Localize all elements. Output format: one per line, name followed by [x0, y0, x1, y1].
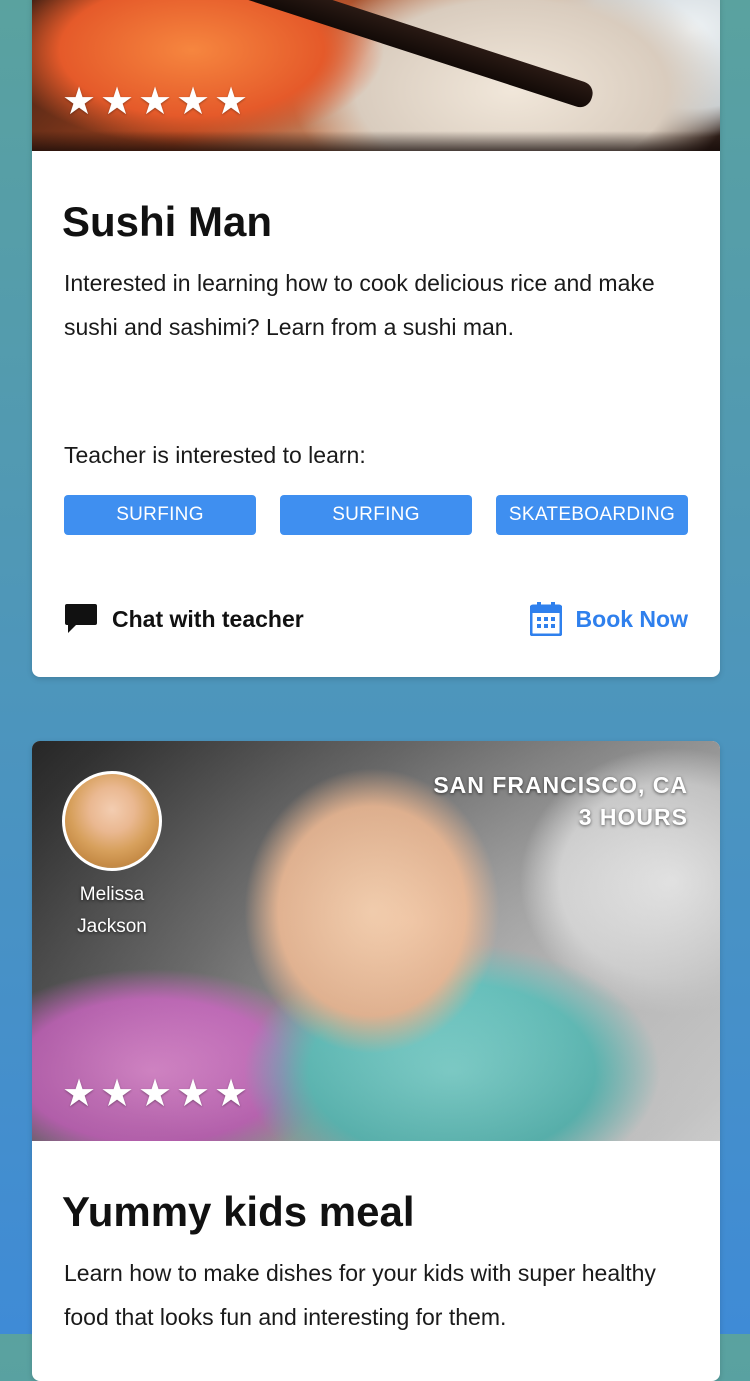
- interest-tag-surfing[interactable]: SURFING: [64, 495, 256, 535]
- interest-tag-surfing[interactable]: SURFING: [280, 495, 472, 535]
- teacher-info[interactable]: Melissa Jackson: [62, 771, 162, 943]
- chat-bubble-icon: [64, 603, 98, 635]
- star-icon: ★: [100, 81, 135, 123]
- star-icon: ★: [138, 81, 173, 123]
- class-title: Yummy kids meal: [62, 1188, 415, 1235]
- calendar-icon: [529, 602, 562, 636]
- star-icon: ★: [62, 81, 97, 123]
- chat-label: Chat with teacher: [112, 605, 304, 632]
- star-icon: ★: [176, 1073, 211, 1115]
- card-actions: Chat with teacher Book Now: [64, 602, 688, 636]
- interest-tags: SURFING SURFING SKATEBOARDING: [64, 495, 688, 535]
- book-now-label: Book Now: [575, 605, 688, 632]
- book-now-button[interactable]: Book Now: [529, 602, 688, 636]
- rating-stars: ★ ★ ★ ★ ★: [62, 81, 249, 123]
- location-label: SAN FRANCISCO, CA: [433, 772, 688, 798]
- teacher-name: Melissa Jackson: [62, 879, 162, 943]
- sushi-photo: [32, 0, 720, 151]
- star-icon: ★: [138, 1073, 173, 1115]
- class-hero-image: ★ ★ ★ ★ ★: [32, 0, 720, 151]
- class-card-sushi-man[interactable]: ★ ★ ★ ★ ★ Sushi Man Interested in learni…: [32, 0, 720, 677]
- class-title: Sushi Man: [62, 198, 273, 245]
- teacher-interests-label: Teacher is interested to learn:: [64, 442, 366, 468]
- class-description: Learn how to make dishes for your kids w…: [64, 1260, 656, 1330]
- rating-stars: ★ ★ ★ ★ ★: [62, 1073, 249, 1115]
- star-icon: ★: [176, 81, 211, 123]
- class-card-yummy-kids-meal[interactable]: Melissa Jackson SAN FRANCISCO, CA 3 HOUR…: [32, 741, 720, 1381]
- star-icon: ★: [214, 1073, 249, 1115]
- teacher-first-name: Melissa: [79, 884, 145, 905]
- avatar[interactable]: [62, 771, 162, 871]
- star-icon: ★: [100, 1073, 135, 1115]
- chat-with-teacher-button[interactable]: Chat with teacher: [64, 603, 304, 635]
- class-description: Interested in learning how to cook delic…: [64, 270, 655, 340]
- teacher-last-name: Jackson: [77, 916, 147, 937]
- star-icon: ★: [214, 81, 249, 123]
- duration-label: 3 HOURS: [578, 804, 688, 830]
- class-hero-image: Melissa Jackson SAN FRANCISCO, CA 3 HOUR…: [32, 741, 720, 1141]
- interest-tag-skateboarding[interactable]: SKATEBOARDING: [496, 495, 688, 535]
- star-icon: ★: [62, 1073, 97, 1115]
- location-info: SAN FRANCISCO, CA 3 HOURS: [433, 769, 688, 833]
- chopstick-shape: [188, 0, 596, 111]
